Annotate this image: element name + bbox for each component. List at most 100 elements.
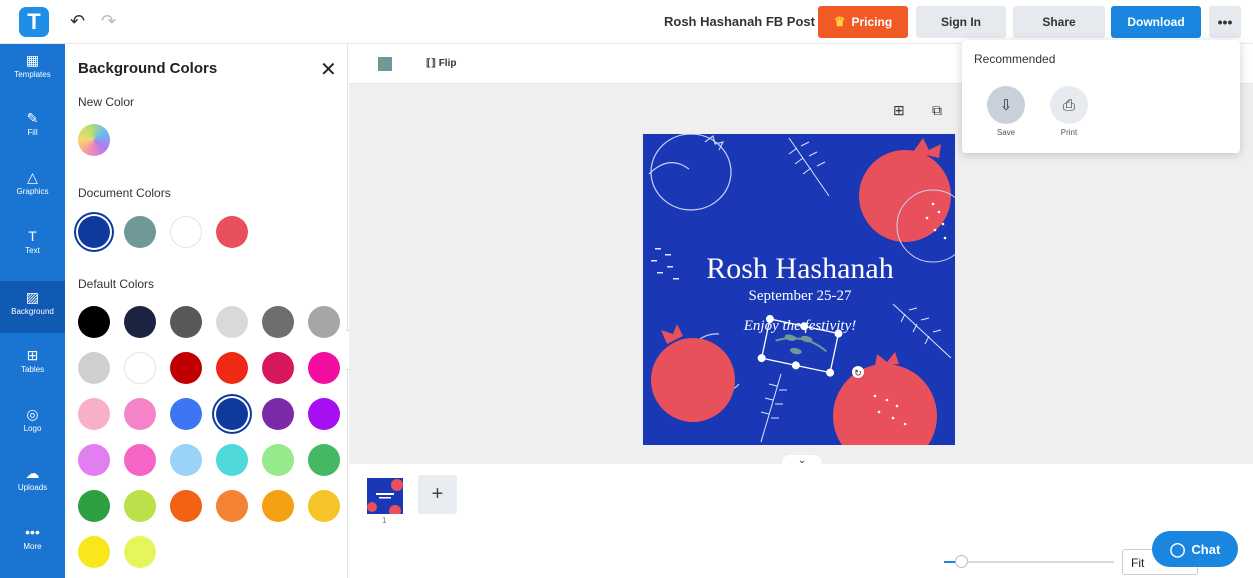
print-label: Print (1060, 128, 1078, 137)
color-swatch[interactable] (170, 444, 202, 476)
document-title[interactable]: Rosh Hashanah FB Post (664, 14, 815, 29)
undo-icon[interactable]: ↶ (70, 11, 85, 32)
rail-item-logo[interactable]: ◎ Logo (0, 398, 65, 450)
color-swatch[interactable] (262, 444, 294, 476)
rail-label: Fill (27, 128, 38, 137)
rail-item-fill[interactable]: ✎ Fill (0, 102, 65, 154)
page-number: 1 (382, 516, 387, 525)
color-swatch[interactable] (308, 352, 340, 384)
redo-icon[interactable]: ↷ (101, 11, 116, 32)
color-swatch[interactable] (308, 444, 340, 476)
top-bar: T ↶ ↷ Rosh Hashanah FB Post ♛ Pricing Si… (0, 0, 1253, 44)
color-swatch[interactable] (170, 216, 202, 248)
color-swatch[interactable] (216, 490, 248, 522)
rail-item-more[interactable]: ••• More (0, 516, 65, 568)
new-color-picker[interactable] (78, 124, 110, 156)
color-swatch[interactable] (78, 352, 110, 384)
rail-item-uploads[interactable]: ☁ Uploads (0, 457, 65, 509)
close-icon[interactable]: ✕ (320, 57, 337, 82)
color-swatch[interactable] (262, 352, 294, 384)
rail-item-background[interactable]: ▨ Background (0, 281, 65, 333)
design-date[interactable]: September 25-27 (749, 288, 852, 304)
background-colors-panel: Background Colors ✕ New Color Document C… (65, 44, 348, 578)
chat-label: Chat (1191, 541, 1221, 557)
dropdown-title: Recommended (974, 52, 1056, 66)
add-page-button[interactable]: + (418, 475, 457, 514)
rail-item-graphics[interactable]: △ Graphics (0, 161, 65, 213)
print-icon: ⎙ (1050, 86, 1088, 124)
ellipsis-icon: ••• (25, 524, 40, 540)
shapes-icon: △ (27, 169, 38, 185)
pricing-label: Pricing (851, 15, 893, 29)
color-swatch[interactable] (124, 444, 156, 476)
design-title[interactable]: Rosh Hashanah (706, 252, 893, 285)
color-swatch[interactable] (78, 536, 110, 568)
share-button[interactable]: Share (1013, 6, 1105, 38)
print-button[interactable]: ⎙ Print (1049, 86, 1089, 137)
rail-label: Tables (20, 365, 45, 374)
zoom-slider-handle[interactable] (955, 555, 968, 568)
color-swatch[interactable] (262, 306, 294, 338)
color-swatch[interactable] (308, 490, 340, 522)
app-logo[interactable]: T (19, 7, 49, 37)
color-swatch[interactable] (308, 306, 340, 338)
rail-label: Logo (23, 424, 42, 433)
chat-button[interactable]: ◯ Chat (1152, 531, 1238, 567)
color-swatch[interactable] (78, 490, 110, 522)
color-swatch[interactable] (170, 352, 202, 384)
zoom-slider-track[interactable] (944, 561, 1114, 563)
flip-label: Flip (438, 58, 457, 69)
rail-item-templates[interactable]: ▦ Templates (0, 44, 65, 96)
color-swatch[interactable] (308, 398, 340, 430)
color-swatch[interactable] (170, 398, 202, 430)
color-swatch[interactable] (170, 490, 202, 522)
color-swatch[interactable] (124, 490, 156, 522)
rail-label: Uploads (17, 483, 48, 492)
templates-icon: ▦ (25, 52, 40, 68)
download-button[interactable]: Download (1111, 6, 1201, 38)
cloud-upload-icon: ☁ (25, 465, 40, 481)
background-icon: ▨ (25, 289, 40, 305)
rail-label: More (23, 542, 42, 551)
crown-icon: ♛ (833, 14, 846, 29)
color-swatch[interactable] (124, 216, 156, 248)
duplicate-page-icon[interactable]: ⧉ (932, 102, 942, 119)
color-swatch[interactable] (216, 306, 248, 338)
color-swatch[interactable] (216, 398, 248, 430)
color-swatch[interactable] (216, 216, 248, 248)
color-swatch[interactable] (78, 306, 110, 338)
pages-strip (349, 464, 1253, 578)
page-thumbnail[interactable] (367, 478, 403, 514)
design-artwork: Rosh Hashanah September 25-27 Enjoy the … (648, 134, 955, 445)
color-swatch[interactable] (78, 444, 110, 476)
rail-label: Templates (14, 70, 51, 79)
color-swatch[interactable] (124, 352, 156, 384)
rotate-icon[interactable]: ↻ (854, 368, 862, 378)
thumbnail-artwork (367, 479, 403, 514)
rail-label: Background (11, 307, 54, 316)
logo-icon: ◎ (26, 406, 39, 422)
color-swatch[interactable] (216, 444, 248, 476)
rail-item-tables[interactable]: ⊞ Tables (0, 339, 65, 391)
color-swatch[interactable] (170, 306, 202, 338)
color-swatch[interactable] (216, 352, 248, 384)
rail-label: Text (25, 246, 40, 255)
add-page-icon[interactable]: ⊞ (893, 102, 905, 119)
color-swatch[interactable] (124, 306, 156, 338)
save-icon: ⇩ (987, 86, 1025, 124)
background-color-swatch[interactable] (378, 57, 392, 71)
rail-item-text[interactable]: T Text (0, 220, 65, 272)
pricing-button[interactable]: ♛ Pricing (818, 6, 908, 38)
more-options-button[interactable]: ••• (1209, 6, 1241, 38)
color-swatch[interactable] (124, 536, 156, 568)
flip-button[interactable]: ⟦⟧ Flip (426, 58, 456, 69)
color-swatch[interactable] (124, 398, 156, 430)
color-swatch[interactable] (78, 398, 110, 430)
color-swatch[interactable] (78, 216, 110, 248)
color-swatch[interactable] (262, 490, 294, 522)
save-button[interactable]: ⇩ Save (986, 86, 1026, 137)
more-options-dropdown: Recommended ⇩ Save ⎙ Print (962, 40, 1240, 153)
design-canvas[interactable]: Rosh Hashanah September 25-27 Enjoy the … (643, 134, 955, 445)
sign-in-button[interactable]: Sign In (916, 6, 1006, 38)
color-swatch[interactable] (262, 398, 294, 430)
